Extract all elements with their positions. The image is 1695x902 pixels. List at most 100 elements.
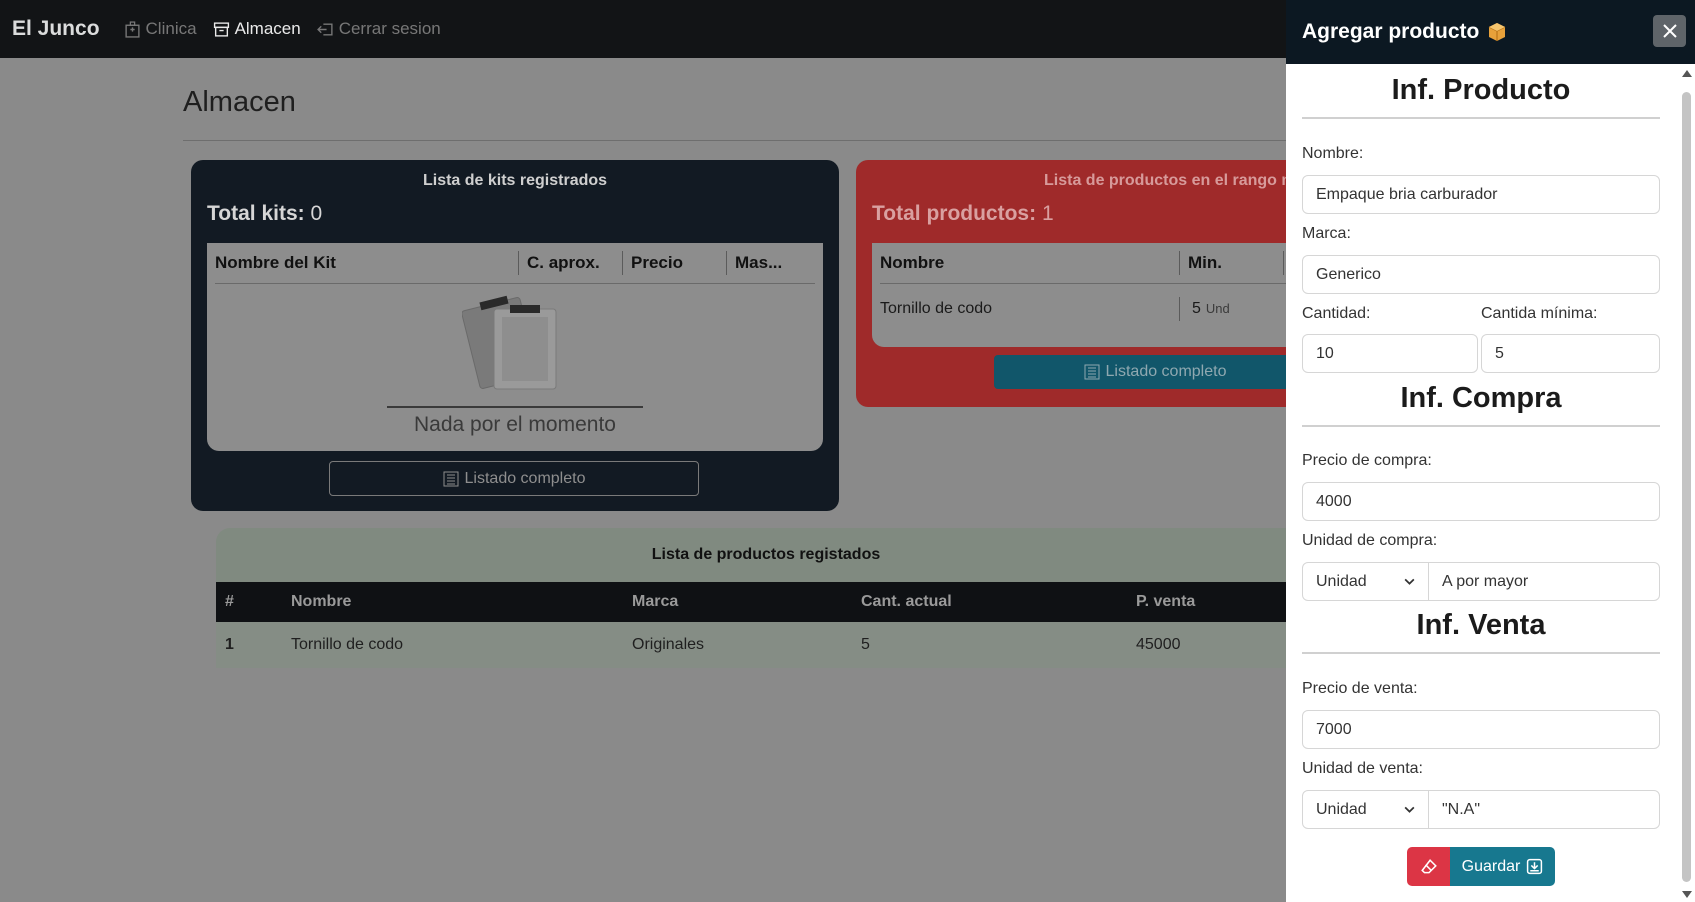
- col-mas[interactable]: Mas...: [727, 251, 817, 275]
- products-table-header: # Nombre Marca Cant. actual P. venta: [216, 582, 1316, 622]
- table-row[interactable]: Tornillo de codo 5 Und: [872, 284, 1316, 334]
- cantidad-input[interactable]: 10: [1302, 334, 1478, 373]
- unidad-venta-select[interactable]: Unidad: [1302, 790, 1429, 829]
- range-total: Total productos: 1: [872, 202, 1054, 226]
- products-table: Lista de productos registados # Nombre M…: [216, 528, 1316, 668]
- unidad-venta-label: Unidad de venta:: [1302, 760, 1423, 777]
- cell-cant: 5: [861, 636, 870, 653]
- nombre-input[interactable]: Empaque bria carburador: [1302, 175, 1660, 214]
- kits-total: Total kits: 0: [207, 202, 322, 226]
- empty-underline: [387, 406, 643, 408]
- nav-link-label: Clinica: [145, 19, 197, 38]
- kits-listado-button[interactable]: Listado completo: [329, 461, 699, 496]
- nav-link-label: Cerrar sesion: [338, 19, 441, 38]
- col-c-aprox[interactable]: C. aprox.: [519, 251, 623, 275]
- col-nombre[interactable]: Nombre: [872, 251, 1180, 275]
- kits-card: Lista de kits registrados Total kits: 0 …: [191, 160, 839, 511]
- archive-icon: [213, 21, 229, 37]
- cell-marca: Originales: [632, 636, 705, 653]
- nav-link-clinica[interactable]: Clinica: [124, 19, 197, 39]
- unidad-compra-input[interactable]: A por mayor: [1428, 562, 1660, 601]
- cell-nombre: Tornillo de codo: [872, 297, 1180, 321]
- precio-venta-input[interactable]: 7000: [1302, 710, 1660, 749]
- divider: [183, 140, 1303, 141]
- panel-title: Agregar producto: [1302, 20, 1480, 43]
- cell-num: 1: [225, 636, 234, 653]
- range-table: Nombre Min. Tornillo de codo 5 Und: [872, 243, 1316, 347]
- save-button[interactable]: Guardar: [1450, 847, 1555, 886]
- empty-state-text: Nada por el momento: [414, 413, 616, 436]
- section-heading-venta: Inf. Venta: [1416, 609, 1546, 641]
- col-min[interactable]: Min.: [1180, 251, 1284, 275]
- save-button-group: Guardar: [1407, 847, 1555, 886]
- list-icon: [443, 471, 459, 486]
- select-value: Unidad: [1316, 800, 1367, 818]
- precio-venta-label: Precio de venta:: [1302, 680, 1418, 697]
- list-icon: [1084, 364, 1100, 380]
- kits-total-value: 0: [310, 202, 323, 225]
- kits-table: Nombre del Kit C. aprox. Precio Mas... N…: [207, 243, 823, 451]
- close-button[interactable]: [1653, 15, 1686, 47]
- products-table-caption: Lista de productos registados: [216, 528, 1316, 582]
- unidad-compra-label: Unidad de compra:: [1302, 532, 1438, 549]
- close-icon: [1662, 24, 1677, 38]
- col-cant-actual[interactable]: Cant. actual: [861, 593, 952, 611]
- cell-min: 5: [1192, 300, 1201, 317]
- minima-input[interactable]: 5: [1481, 334, 1660, 373]
- section-heading-compra: Inf. Compra: [1400, 382, 1562, 414]
- unidad-venta-input[interactable]: "N.A": [1428, 790, 1660, 829]
- package-icon: [1489, 23, 1506, 41]
- marca-label: Marca:: [1302, 225, 1351, 242]
- col-marca[interactable]: Marca: [632, 593, 678, 611]
- precio-compra-input[interactable]: 4000: [1302, 482, 1660, 521]
- col-num[interactable]: #: [225, 593, 234, 611]
- cell-venta: 45000: [1136, 636, 1181, 653]
- col-nombre-kit[interactable]: Nombre del Kit: [207, 251, 519, 275]
- nombre-label: Nombre:: [1302, 145, 1364, 162]
- cell-nombre: Tornillo de codo: [291, 636, 404, 653]
- save-button-label: Guardar: [1461, 857, 1521, 875]
- col-nombre[interactable]: Nombre: [291, 593, 351, 611]
- save-icon: [1527, 858, 1543, 875]
- nav-link-cerrar-sesion[interactable]: Cerrar sesion: [316, 19, 441, 39]
- col-p-venta[interactable]: P. venta: [1136, 593, 1195, 611]
- eraser-icon: [1420, 858, 1437, 873]
- unidad-compra-select[interactable]: Unidad: [1302, 562, 1429, 601]
- header-divider: [215, 283, 815, 284]
- button-label: Listado completo: [1105, 363, 1227, 380]
- brand-logo[interactable]: El Junco: [12, 17, 100, 41]
- kits-total-label: Total kits:: [207, 202, 305, 225]
- minima-label: Cantida mínima:: [1481, 305, 1598, 322]
- section-divider: [1302, 425, 1660, 427]
- clipboard-empty-icon: [462, 295, 557, 390]
- precio-compra-label: Precio de compra:: [1302, 452, 1432, 469]
- button-label: Listado completo: [464, 469, 586, 487]
- col-precio[interactable]: Precio: [623, 251, 727, 275]
- scroll-thumb[interactable]: [1682, 92, 1691, 882]
- hospital-icon: [124, 20, 140, 38]
- range-total-value: 1: [1041, 202, 1054, 225]
- range-total-label: Total productos:: [872, 202, 1037, 225]
- range-listado-button[interactable]: Listado completo: [994, 355, 1316, 389]
- scroll-up-arrow[interactable]: [1682, 70, 1692, 77]
- cantidad-label: Cantidad:: [1302, 305, 1371, 322]
- range-table-header: Nombre Min.: [872, 243, 1316, 283]
- section-divider: [1302, 117, 1660, 119]
- logout-icon: [316, 22, 333, 36]
- kits-table-header: Nombre del Kit C. aprox. Precio Mas...: [207, 243, 823, 283]
- table-row[interactable]: 1 Tornillo de codo Originales 5 45000: [216, 622, 1316, 668]
- cell-unit: Und: [1205, 301, 1230, 316]
- kits-card-title: Lista de kits registrados: [422, 172, 608, 189]
- range-card: Lista de productos en el rango m Total p…: [856, 160, 1316, 407]
- nav-link-label: Almacen: [234, 19, 301, 38]
- page-title: Almacen: [183, 86, 296, 118]
- clear-form-button[interactable]: [1407, 847, 1450, 886]
- panel-header: Agregar producto: [1286, 0, 1695, 64]
- marca-input[interactable]: Generico: [1302, 255, 1660, 294]
- panel-scrollbar[interactable]: [1678, 64, 1695, 902]
- chevron-down-icon: [1404, 806, 1415, 813]
- add-product-panel: Agregar producto Inf. Producto Nombre: E…: [1286, 0, 1695, 902]
- scroll-down-arrow[interactable]: [1682, 891, 1692, 898]
- nav-link-almacen[interactable]: Almacen: [213, 19, 301, 39]
- section-heading-producto: Inf. Producto: [1391, 74, 1571, 106]
